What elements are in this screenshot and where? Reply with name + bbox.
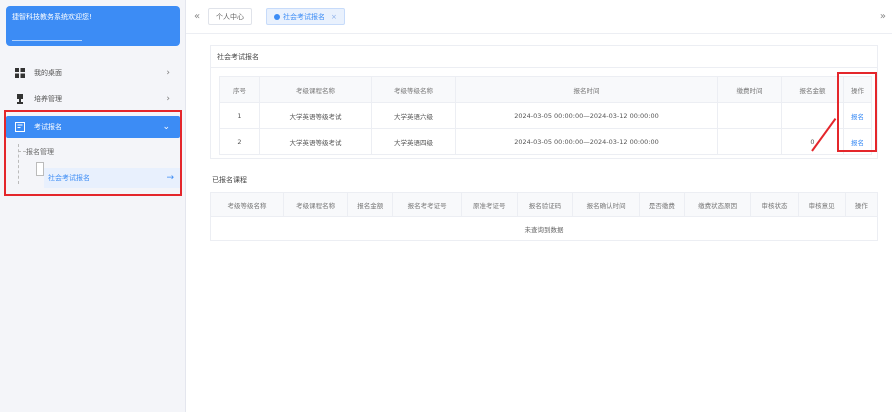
tab-label: 社会考试报名 <box>283 12 325 21</box>
tab-social-exam[interactable]: 社会考试报名 × <box>266 8 345 25</box>
sidebar-item-label: 我的桌面 <box>34 69 62 77</box>
brand-underline <box>12 40 82 41</box>
active-dot-icon <box>274 13 280 20</box>
highlight-box-actions <box>837 72 877 152</box>
col-header-level: 考级等级名称 <box>371 76 456 103</box>
tab-personal-center[interactable]: 个人中心 <box>208 8 252 25</box>
sidebar: 捷智科技教务系统欢迎您! 我的桌面 › 培养管理 › 考试报名 ⌄ 报名管理 社… <box>0 0 186 412</box>
col-header: 审核状态 <box>750 192 799 217</box>
cell-seq: 2 <box>219 128 260 155</box>
col-header-time: 报名时间 <box>455 76 718 103</box>
close-icon[interactable]: × <box>331 13 337 21</box>
table-row: 1 大学英语等级考试 大学英语六级 2024-03-05 00:00:00—20… <box>219 102 872 129</box>
col-header: 考级课程名称 <box>282 192 349 217</box>
col-header: 报名考考证号 <box>392 192 462 217</box>
col-header-course: 考级课程名称 <box>259 76 372 103</box>
sidebar-item-training[interactable]: 培养管理 › <box>6 88 180 110</box>
col-header: 审核意见 <box>797 192 846 217</box>
col-header: 报名确认时间 <box>572 192 640 217</box>
cell-course: 大学英语等级考试 <box>259 102 372 129</box>
sidebar-item-label: 培养管理 <box>34 95 62 103</box>
col-header-amount: 报名金额 <box>781 76 844 103</box>
col-header: 报名验证码 <box>516 192 574 217</box>
col-header: 缴费状态原因 <box>683 192 752 217</box>
col-header: 原准考证号 <box>460 192 518 217</box>
col-header-pay-time: 缴费时间 <box>717 76 782 103</box>
tab-scroll-left-button[interactable]: « <box>194 11 200 22</box>
cell-level: 大学英语四级 <box>371 128 456 155</box>
tab-bar: « 个人中心 社会考试报名 × » <box>186 0 892 34</box>
table-header-row: 考级等级名称 考级课程名称 报名金额 报名考考证号 原准考证号 报名验证码 报名… <box>210 192 879 217</box>
chevron-right-icon: › <box>166 68 170 78</box>
exam-registration-card: 社会考试报名 序号 考级课程名称 考级等级名称 报名时间 缴费时间 报名金额 操… <box>210 45 878 159</box>
card-title: 社会考试报名 <box>211 46 877 68</box>
cell-time: 2024-03-05 00:00:00—2024-03-12 00:00:00 <box>455 128 718 155</box>
trophy-icon <box>14 93 26 105</box>
brand-text: 捷智科技教务系统欢迎您! <box>12 13 92 21</box>
cell-time: 2024-03-05 00:00:00—2024-03-12 00:00:00 <box>455 102 718 129</box>
windows-icon <box>14 67 26 79</box>
exam-table: 序号 考级课程名称 考级等级名称 报名时间 缴费时间 报名金额 操作 1 大学英… <box>219 76 872 155</box>
cell-pay-time <box>717 102 782 129</box>
col-header: 操作 <box>844 192 879 217</box>
chevron-right-icon: › <box>166 94 170 104</box>
empty-state-text: 未查询到数据 <box>210 216 878 241</box>
col-header: 报名金额 <box>347 192 394 217</box>
col-header: 考级等级名称 <box>210 192 284 217</box>
table-header-row: 序号 考级课程名称 考级等级名称 报名时间 缴费时间 报名金额 操作 <box>219 76 872 103</box>
brand-banner: 捷智科技教务系统欢迎您! <box>6 6 180 46</box>
cell-amount <box>781 102 844 129</box>
col-header-seq: 序号 <box>219 76 260 103</box>
enrolled-table: 考级等级名称 考级课程名称 报名金额 报名考考证号 原准考证号 报名验证码 报名… <box>210 192 879 241</box>
cell-course: 大学英语等级考试 <box>259 128 372 155</box>
tab-label: 个人中心 <box>216 12 244 21</box>
cell-pay-time <box>717 128 782 155</box>
app-root: 捷智科技教务系统欢迎您! 我的桌面 › 培养管理 › 考试报名 ⌄ 报名管理 社… <box>0 0 892 412</box>
tab-scroll-right-button[interactable]: » <box>880 11 886 22</box>
cell-seq: 1 <box>219 102 260 129</box>
sidebar-item-desktop[interactable]: 我的桌面 › <box>6 62 180 84</box>
highlight-box-sidebar <box>4 110 182 196</box>
cell-level: 大学英语六级 <box>371 102 456 129</box>
table-row: 2 大学英语等级考试 大学英语四级 2024-03-05 00:00:00—20… <box>219 128 872 155</box>
table-row: 未查询到数据 <box>210 216 878 241</box>
enrolled-section-title: 已报名课程 <box>212 176 247 184</box>
col-header: 是否缴费 <box>638 192 685 217</box>
